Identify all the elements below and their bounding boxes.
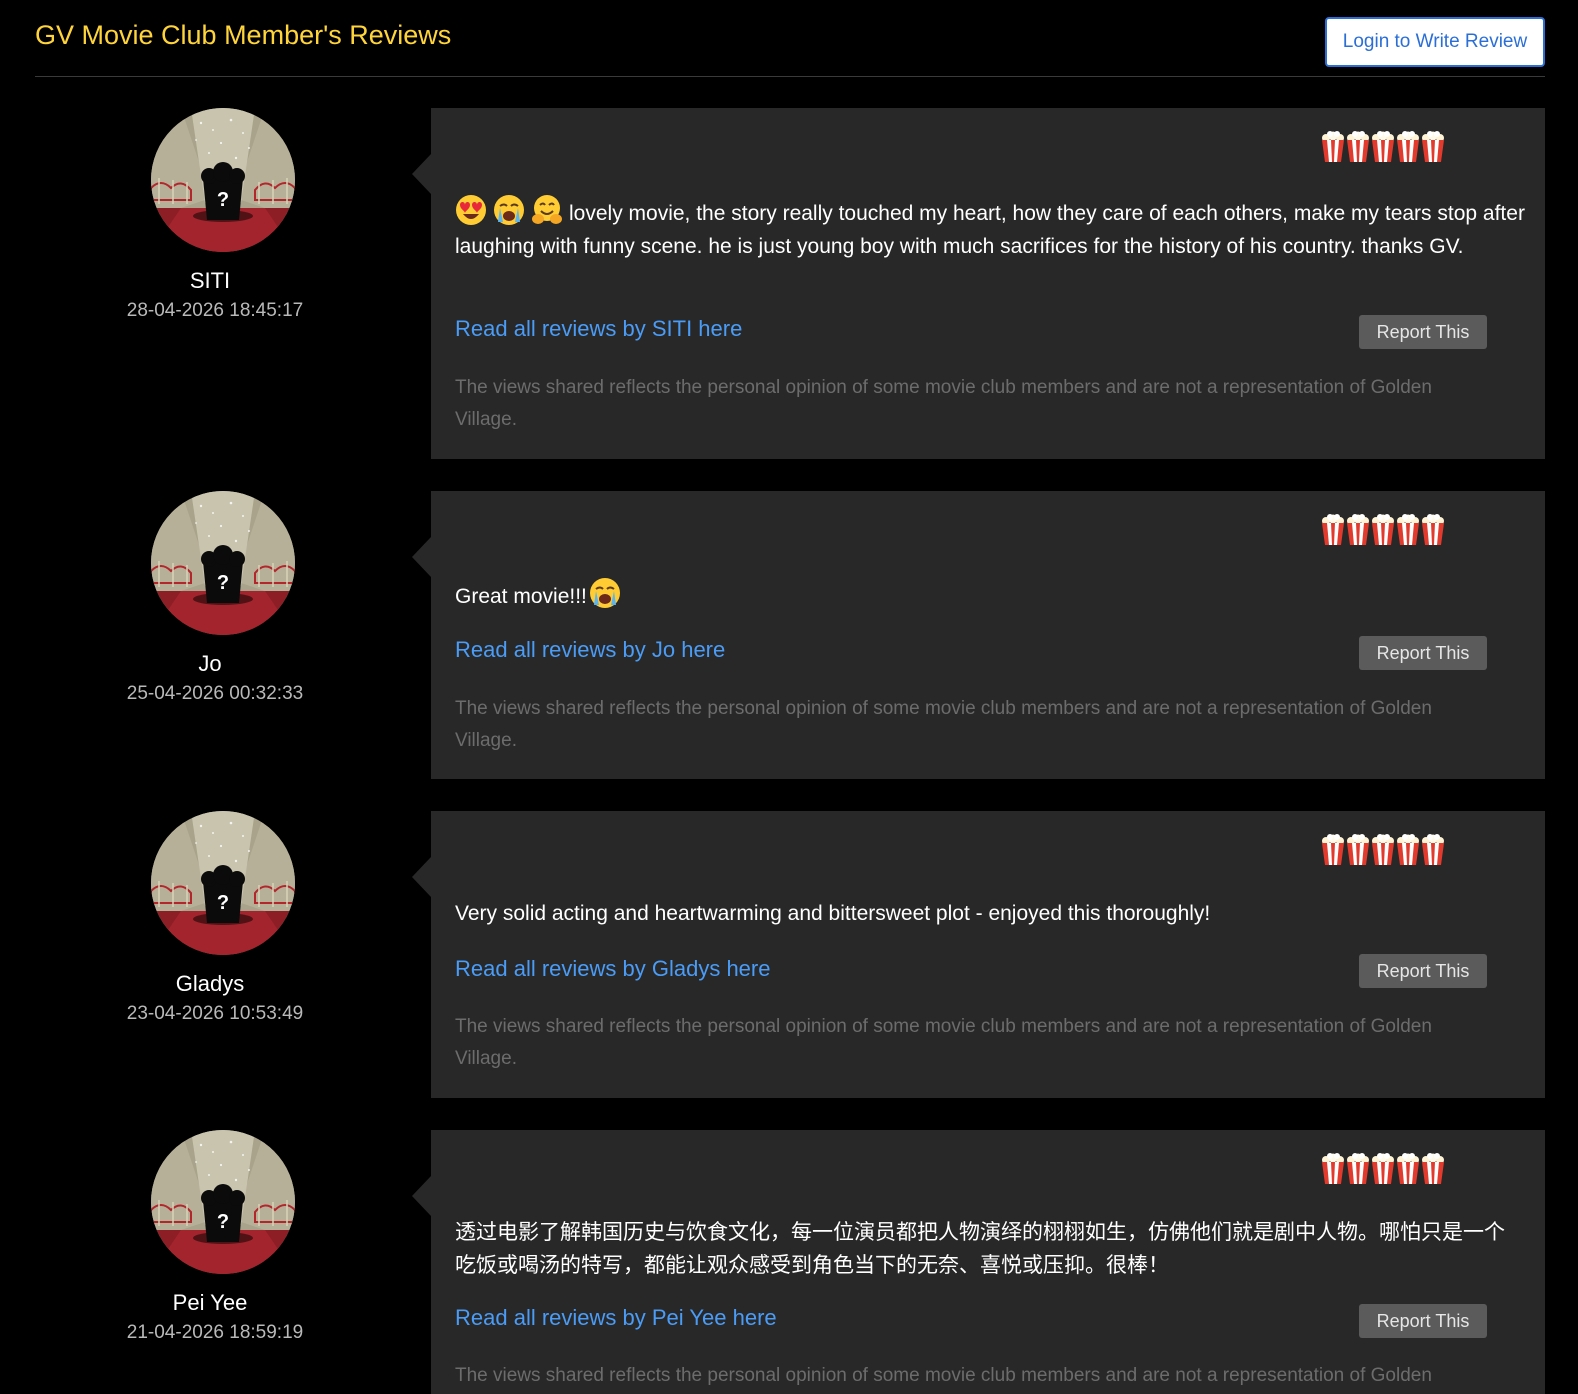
crying-emoji-icon xyxy=(589,577,621,609)
review-date: 21-04-2026 18:59:19 xyxy=(126,1322,304,1343)
review-text-block: 透过电影了解韩国历史与饮食文化，每一位演员都把人物演绎的栩栩如生，仿佛他们就是剧… xyxy=(455,1216,1515,1282)
disclaimer: The views shared reflects the personal o… xyxy=(455,377,1432,430)
avatar[interactable] xyxy=(151,108,295,252)
report-button[interactable]: Report This xyxy=(1359,315,1487,349)
popcorn-icon xyxy=(1421,131,1445,163)
review-date: 23-04-2026 10:53:49 xyxy=(126,1003,304,1024)
read-all-reviews-link[interactable]: Read all reviews by Pei Yee here xyxy=(455,1305,777,1331)
report-button[interactable]: Report This xyxy=(1359,1304,1487,1338)
review-card: 透过电影了解韩国历史与饮食文化，每一位演员都把人物演绎的栩栩如生，仿佛他们就是剧… xyxy=(412,1130,1545,1394)
review-date: 28-04-2026 18:45:17 xyxy=(126,300,304,321)
disclaimer: The views shared reflects the personal o… xyxy=(455,698,1432,751)
popcorn-icon xyxy=(1321,514,1345,546)
popcorn-icon xyxy=(1321,1153,1345,1185)
review-text: Great movie!!! xyxy=(455,585,587,608)
popcorn-icon xyxy=(1396,131,1420,163)
author-name: Pei Yee xyxy=(172,1290,248,1315)
avatar[interactable] xyxy=(151,811,295,955)
review-author: Jo 25-04-2026 00:32:33 xyxy=(100,491,346,705)
heart-eyes-emoji-icon xyxy=(455,194,487,226)
popcorn-icon xyxy=(1396,514,1420,546)
reviews-header: GV Movie Club Member's Reviews Login to … xyxy=(35,0,1545,77)
page-title: GV Movie Club Member's Reviews xyxy=(35,20,452,50)
author-name: Jo xyxy=(198,651,222,676)
review-text-block: Great movie!!! xyxy=(455,577,1525,613)
review-date: 25-04-2026 00:32:33 xyxy=(126,683,304,704)
disclaimer: The views shared reflects the personal o… xyxy=(455,1016,1432,1069)
popcorn-icon xyxy=(1371,1153,1395,1185)
popcorn-icon xyxy=(1421,834,1445,866)
read-all-reviews-link[interactable]: Read all reviews by Gladys here xyxy=(455,956,770,982)
author-name: SITI xyxy=(189,268,231,293)
popcorn-rating xyxy=(1321,1153,1445,1185)
login-to-write-review-button[interactable]: Login to Write Review xyxy=(1325,17,1545,67)
popcorn-icon xyxy=(1421,1153,1445,1185)
popcorn-icon xyxy=(1421,514,1445,546)
report-button[interactable]: Report This xyxy=(1359,954,1487,988)
author-name: Gladys xyxy=(175,971,245,996)
review-author: Pei Yee 21-04-2026 18:59:19 xyxy=(100,1130,346,1344)
popcorn-icon xyxy=(1321,131,1345,163)
review-author: Gladys 23-04-2026 10:53:49 xyxy=(100,811,346,1025)
popcorn-icon xyxy=(1346,1153,1370,1185)
review-text: lovely movie, the story really touched m… xyxy=(455,202,1525,258)
disclaimer: The views shared reflects the personal o… xyxy=(455,1365,1432,1386)
review-card: lovely movie, the story really touched m… xyxy=(412,108,1545,459)
review-text: 透过电影了解韩国历史与饮食文化，每一位演员都把人物演绎的栩栩如生，仿佛他们就是剧… xyxy=(455,1221,1505,1277)
crying-emoji-icon xyxy=(493,194,525,226)
popcorn-icon xyxy=(1346,514,1370,546)
popcorn-icon xyxy=(1371,834,1395,866)
avatar[interactable] xyxy=(151,1130,295,1274)
review-text-block: lovely movie, the story really touched m… xyxy=(455,194,1525,263)
popcorn-icon xyxy=(1396,1153,1420,1185)
review-author: SITI 28-04-2026 18:45:17 xyxy=(100,108,346,322)
read-all-reviews-link[interactable]: Read all reviews by Jo here xyxy=(455,637,725,663)
hugging-emoji-icon xyxy=(531,194,563,226)
review-text: Very solid acting and heartwarming and b… xyxy=(455,902,1211,925)
popcorn-icon xyxy=(1321,834,1345,866)
popcorn-icon xyxy=(1371,131,1395,163)
review-card: Great movie!!! Read all reviews by Jo he… xyxy=(412,491,1545,779)
popcorn-icon xyxy=(1371,514,1395,546)
popcorn-rating xyxy=(1321,514,1445,546)
reviews-page: GV Movie Club Member's Reviews Login to … xyxy=(0,0,1578,1394)
popcorn-rating xyxy=(1321,131,1445,163)
read-all-reviews-link[interactable]: Read all reviews by SITI here xyxy=(455,316,742,342)
popcorn-icon xyxy=(1346,131,1370,163)
popcorn-icon xyxy=(1396,834,1420,866)
report-button[interactable]: Report This xyxy=(1359,636,1487,670)
popcorn-rating xyxy=(1321,834,1445,866)
popcorn-icon xyxy=(1346,834,1370,866)
review-card: Very solid acting and heartwarming and b… xyxy=(412,811,1545,1098)
review-text-block: Very solid acting and heartwarming and b… xyxy=(455,897,1525,930)
avatar[interactable] xyxy=(151,491,295,635)
